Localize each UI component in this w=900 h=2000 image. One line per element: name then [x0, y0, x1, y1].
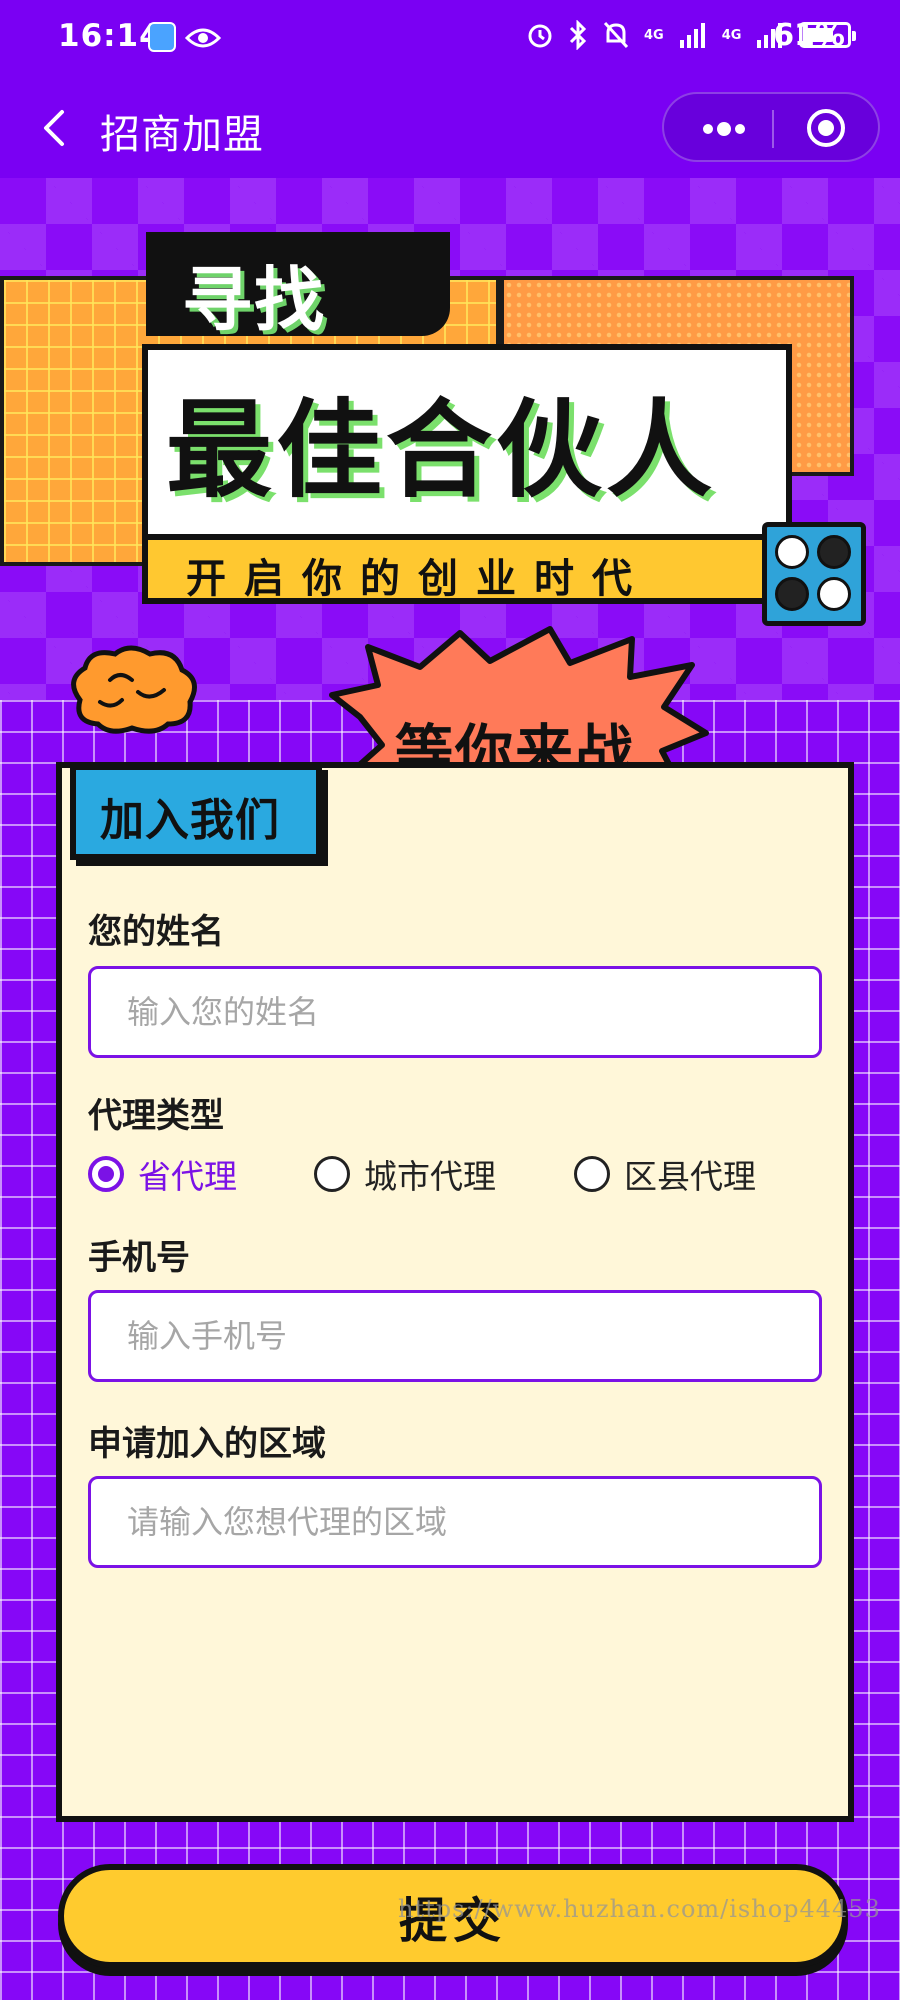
- go-board-icon: [762, 522, 866, 626]
- back-arrow-icon[interactable]: [28, 100, 84, 156]
- signal-icon-1: [679, 23, 705, 48]
- miniprogram-capsule: [662, 92, 880, 162]
- black-stone: [817, 535, 851, 569]
- close-target-icon[interactable]: [804, 106, 848, 150]
- radio-province-agent[interactable]: 省代理: [88, 1150, 237, 1198]
- alarm-icon: [528, 24, 552, 48]
- radio-label: 省代理: [138, 1157, 237, 1196]
- status-time: 16:14: [58, 18, 162, 54]
- bluetooth-icon: [569, 20, 587, 50]
- region-input[interactable]: [88, 1476, 822, 1568]
- radio-label: 区县代理: [624, 1157, 756, 1196]
- join-us-text: 加入我们: [100, 795, 280, 846]
- nav-bar: 招商加盟: [0, 82, 900, 178]
- radio-checked-icon: [88, 1156, 124, 1192]
- radio-unchecked-icon: [574, 1156, 610, 1192]
- banner-headline-box: 最佳合伙人: [142, 344, 792, 534]
- page-title: 招商加盟: [100, 112, 264, 158]
- banner-tag: 寻找: [146, 232, 450, 341]
- battery-percent: 61%: [773, 18, 845, 53]
- shield-icon: [148, 22, 176, 52]
- join-us-badge: 加入我们: [70, 764, 322, 860]
- brain-icon: [71, 645, 197, 734]
- banner-headline: 最佳合伙人: [166, 389, 716, 512]
- banner-tag-text: 寻找: [182, 259, 326, 341]
- name-input[interactable]: [88, 966, 822, 1058]
- more-dots-icon[interactable]: [694, 110, 754, 148]
- black-stone: [775, 577, 809, 611]
- phone-label: 手机号: [88, 1238, 190, 1278]
- banner-subline-box: 开启你的创业时代: [142, 534, 792, 604]
- name-label: 您的姓名: [88, 912, 224, 952]
- white-stone: [775, 535, 809, 569]
- eye-icon: [185, 28, 221, 48]
- radio-unchecked-icon: [314, 1156, 350, 1192]
- capsule-divider: [772, 110, 774, 148]
- region-label: 申请加入的区域: [88, 1424, 326, 1464]
- phone-input[interactable]: [88, 1290, 822, 1382]
- agent-type-label: 代理类型: [88, 1096, 224, 1136]
- banner-subline: 开启你的创业时代: [186, 556, 650, 602]
- mute-bell-icon: [603, 21, 629, 49]
- network-label-2: 4G: [721, 27, 742, 43]
- status-bar: 16:14 4G 4G 61%: [0, 0, 900, 82]
- radio-city-agent[interactable]: 城市代理: [314, 1150, 496, 1198]
- radio-label: 城市代理: [364, 1157, 496, 1196]
- white-stone: [817, 577, 851, 611]
- watermark-text: https://www.huzhan.com/ishop44453: [398, 1895, 881, 1923]
- network-label-1: 4G: [644, 27, 664, 43]
- radio-county-agent[interactable]: 区县代理: [574, 1150, 756, 1198]
